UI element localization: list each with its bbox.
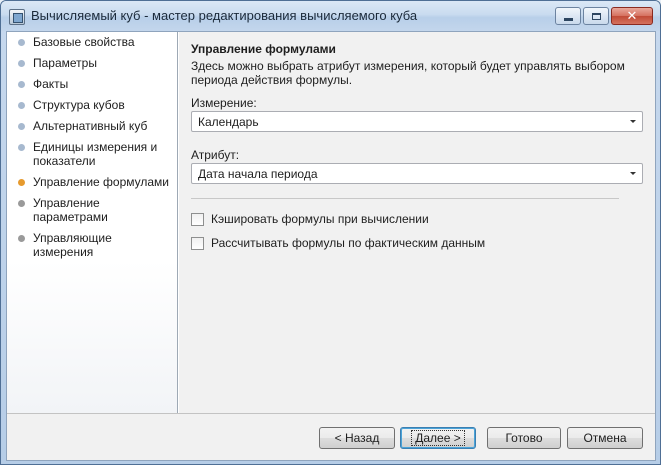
step-facts[interactable]: Факты [7,76,177,92]
attribute-label: Атрибут: [191,148,240,162]
step-units-and-measures[interactable]: Единицы измерения и показатели [7,139,177,169]
wizard-window: Вычисляемый куб - мастер редактирования … [0,0,661,465]
cube-app-icon [9,9,25,25]
dimension-value: Календарь [198,115,259,129]
step-bullet-icon [18,179,25,186]
step-bullet-icon [18,235,25,242]
step-controlling-dimensions[interactable]: Управляющие измерения [7,230,177,260]
attribute-value: Дата начала периода [198,167,318,181]
title-bar[interactable]: Вычисляемый куб - мастер редактирования … [1,1,660,31]
step-bullet-icon [18,39,25,46]
step-label: Управляющие измерения [33,231,112,259]
calc-by-actual-data-checkbox[interactable]: Рассчитывать формулы по фактическим данн… [191,235,485,251]
wizard-body: Базовые свойства Параметры Факты Структу… [6,31,656,461]
next-button[interactable]: Далее > [400,427,476,449]
step-bullet-icon [18,81,25,88]
step-formula-management[interactable]: Управление формулами [7,174,177,190]
dimension-combobox[interactable]: Календарь [191,111,643,132]
step-bullet-icon [18,60,25,67]
step-bullet-icon [18,123,25,130]
step-label: Альтернативный куб [33,119,148,133]
maximize-icon [591,12,601,20]
cancel-button-label: Отмена [583,431,627,445]
cancel-button[interactable]: Отмена [567,427,643,449]
back-button-label: < Назад [334,431,380,445]
divider [191,198,619,199]
finish-button[interactable]: Готово [487,427,561,449]
step-label: Единицы измерения и показатели [33,140,158,168]
dimension-label: Измерение: [191,96,257,110]
step-parameters[interactable]: Параметры [7,55,177,71]
close-button[interactable]: ✕ [611,7,653,25]
minimize-button[interactable] [555,7,581,25]
step-cube-structure[interactable]: Структура кубов [7,97,177,113]
step-basic-properties[interactable]: Базовые свойства [7,34,177,50]
chevron-down-icon[interactable] [630,172,636,175]
close-icon: ✕ [626,8,638,23]
window-title: Вычисляемый куб - мастер редактирования … [31,8,418,23]
cache-formulas-checkbox[interactable]: Кэшировать формулы при вычислении [191,211,429,227]
step-content: Управление формулами Здесь можно выбрать… [179,32,655,413]
checkbox-label: Рассчитывать формулы по фактическим данн… [211,236,486,250]
steps-list: Базовые свойства Параметры Факты Структу… [7,32,177,260]
step-label: Управление параметрами [33,196,108,224]
checkbox-box[interactable] [191,236,204,250]
step-alternative-cube[interactable]: Альтернативный куб [7,118,177,134]
step-label: Параметры [33,56,97,70]
step-bullet-icon [18,102,25,109]
step-label: Факты [33,77,69,91]
finish-button-label: Готово [505,431,543,445]
step-label: Базовые свойства [33,35,135,49]
page-description: Здесь можно выбрать атрибут измерения, к… [191,59,625,87]
step-bullet-icon [18,200,25,207]
step-parameter-management[interactable]: Управление параметрами [7,195,177,225]
step-bullet-icon [18,144,25,151]
back-button[interactable]: < Назад [319,427,395,449]
step-label: Управление формулами [33,175,170,189]
chevron-down-icon[interactable] [630,120,636,123]
wizard-footer: < Назад Далее > Готово Отмена [7,413,655,460]
window-controls: ✕ [555,7,653,25]
page-title: Управление формулами [191,42,336,56]
steps-sidebar: Базовые свойства Параметры Факты Структу… [7,32,178,413]
next-button-label: Далее > [411,430,465,446]
maximize-button[interactable] [583,7,609,25]
attribute-combobox[interactable]: Дата начала периода [191,163,643,184]
step-label: Структура кубов [33,98,125,112]
checkbox-box[interactable] [191,212,204,226]
checkbox-label: Кэшировать формулы при вычислении [211,212,429,226]
minimize-icon [563,17,573,21]
